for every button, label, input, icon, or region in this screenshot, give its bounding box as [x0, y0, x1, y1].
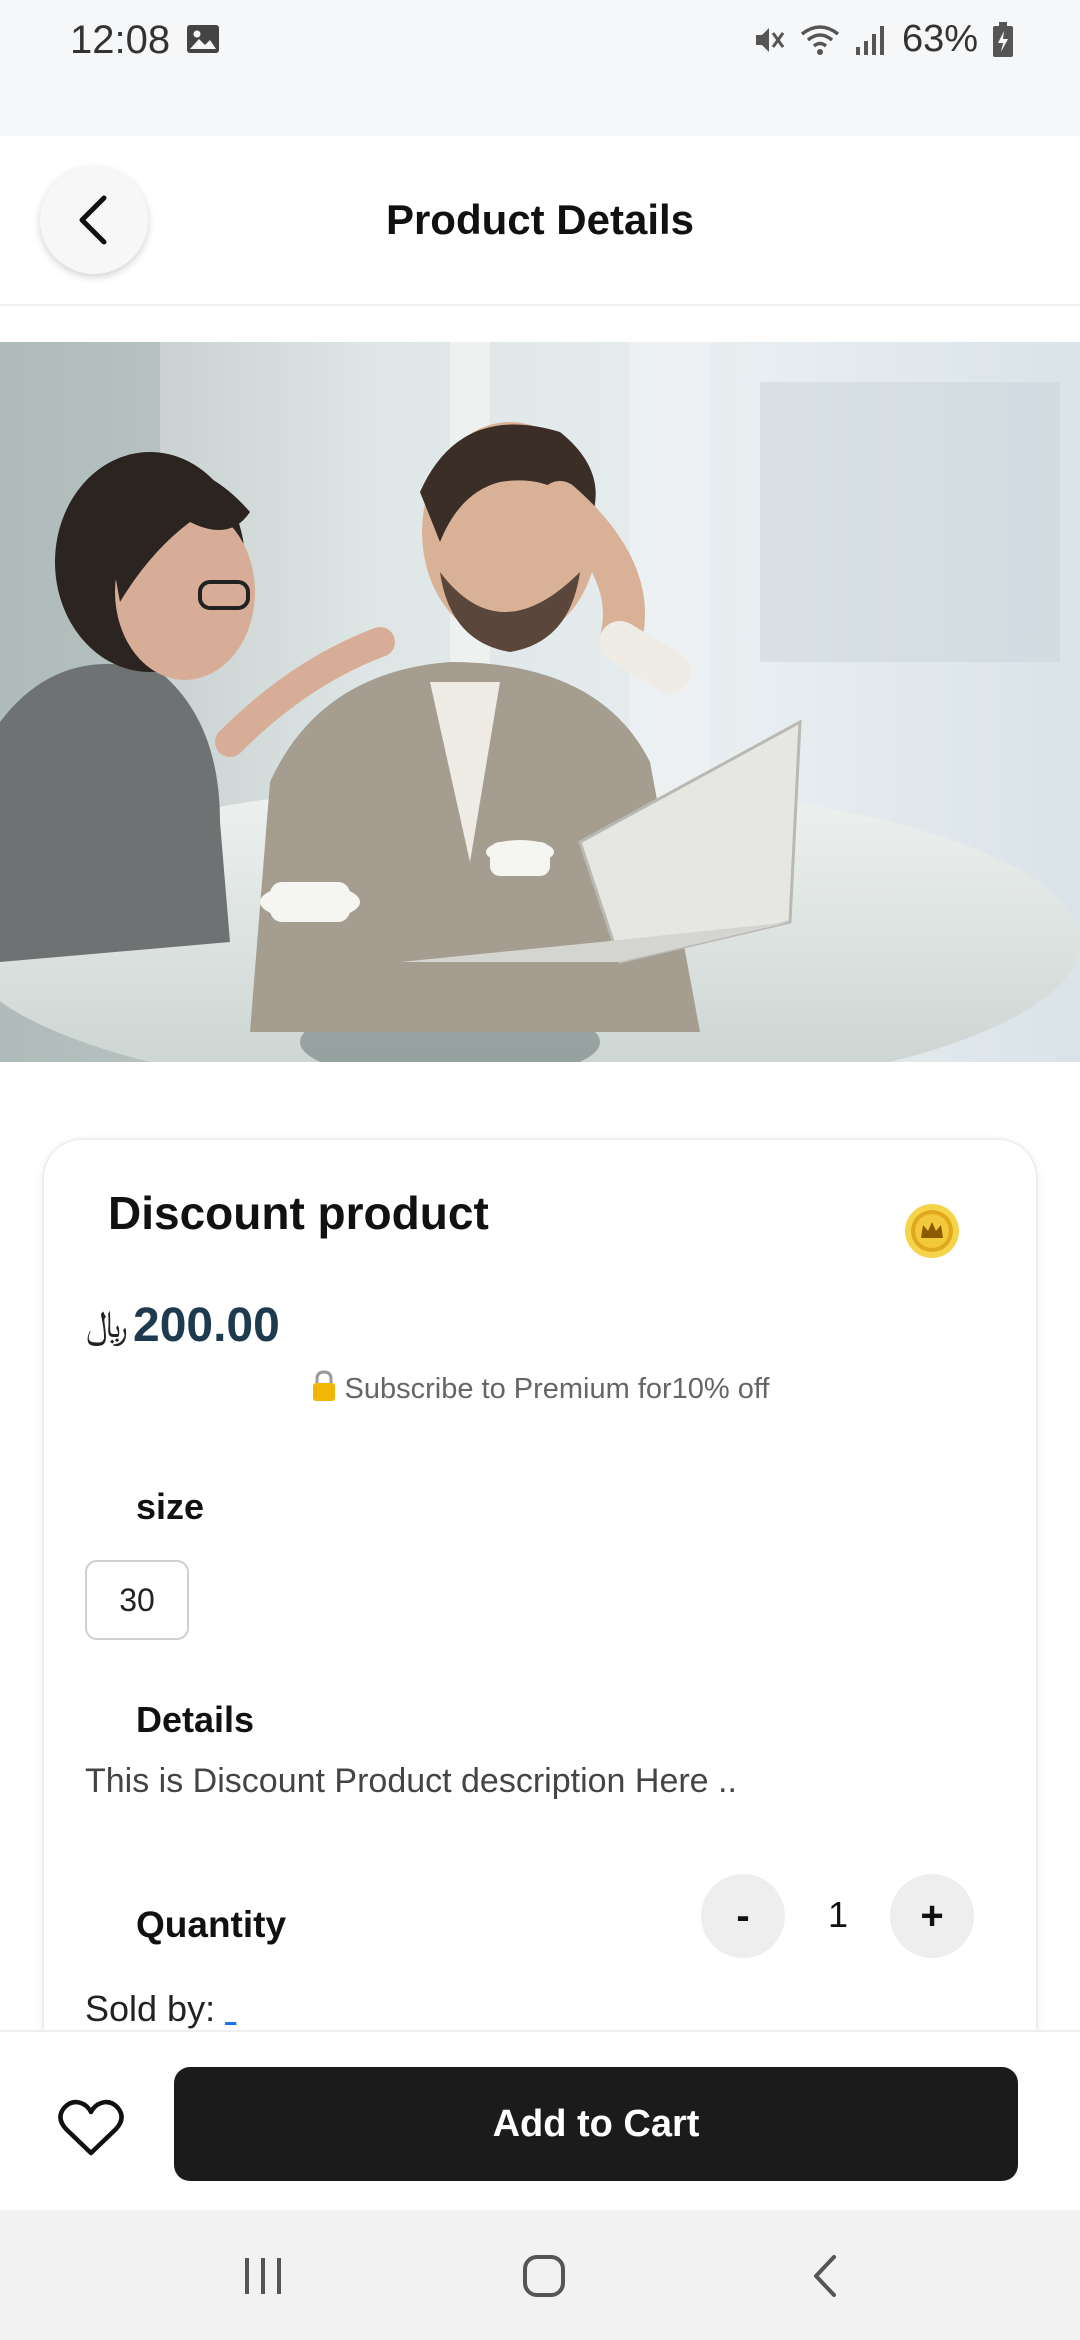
sold-by: Sold by: _ [85, 1988, 236, 2030]
system-nav-bar [0, 2210, 1080, 2340]
quantity-increase-button[interactable]: + [890, 1874, 974, 1958]
size-option-30[interactable]: 30 [85, 1560, 189, 1640]
back-arrow-icon [814, 2255, 836, 2297]
premium-note-text: Subscribe to Premium for10% off [344, 1373, 770, 1405]
battery-percent: 63% [901, 18, 978, 60]
product-info-card [42, 1138, 1038, 2038]
product-details-screen: 12:08 63% Product Details Discount produ… [0, 0, 1080, 2340]
seller-link[interactable]: _ [225, 2004, 236, 2026]
size-label: size [136, 1486, 205, 1527]
quantity-value: 1 [827, 1894, 849, 1935]
mute-icon [755, 27, 785, 52]
product-image [0, 342, 1080, 1062]
system-back-button[interactable] [795, 2250, 855, 2302]
add-to-cart-button[interactable]: Add to Cart [174, 2067, 1018, 2181]
home-icon [523, 2255, 565, 2297]
battery-icon [993, 21, 1013, 57]
sold-by-label: Sold by: [85, 1988, 216, 2029]
app-header: Product Details [0, 136, 1080, 306]
recent-apps-button[interactable] [233, 2250, 293, 2302]
image-icon [187, 25, 219, 53]
quantity-decrease-button[interactable]: - [701, 1874, 785, 1958]
heart-icon[interactable] [58, 2098, 124, 2158]
wifi-icon [800, 24, 840, 55]
status-icons: 63% [752, 18, 1014, 61]
product-description: This is Discount Product description Her… [85, 1762, 737, 1800]
status-bar: 12:08 63% [0, 0, 1080, 136]
product-name: Discount product [108, 1187, 489, 1239]
signal-icon [855, 25, 884, 55]
premium-crown-badge-icon[interactable] [904, 1203, 960, 1259]
bottom-action-bar: Add to Cart [0, 2030, 1080, 2210]
home-button[interactable] [514, 2250, 574, 2302]
currency-symbol: ﷼ [86, 1302, 129, 1346]
quantity-label: Quantity [136, 1904, 287, 1945]
status-time: 12:08 [70, 18, 171, 62]
lock-icon [312, 1370, 335, 1401]
page-title: Product Details [385, 196, 695, 243]
details-label: Details [136, 1699, 255, 1740]
premium-offer-note[interactable]: Subscribe to Premium for10% off [0, 1370, 1080, 1406]
recent-apps-icon [245, 2258, 281, 2294]
product-price: 200.00 [133, 1299, 280, 1352]
